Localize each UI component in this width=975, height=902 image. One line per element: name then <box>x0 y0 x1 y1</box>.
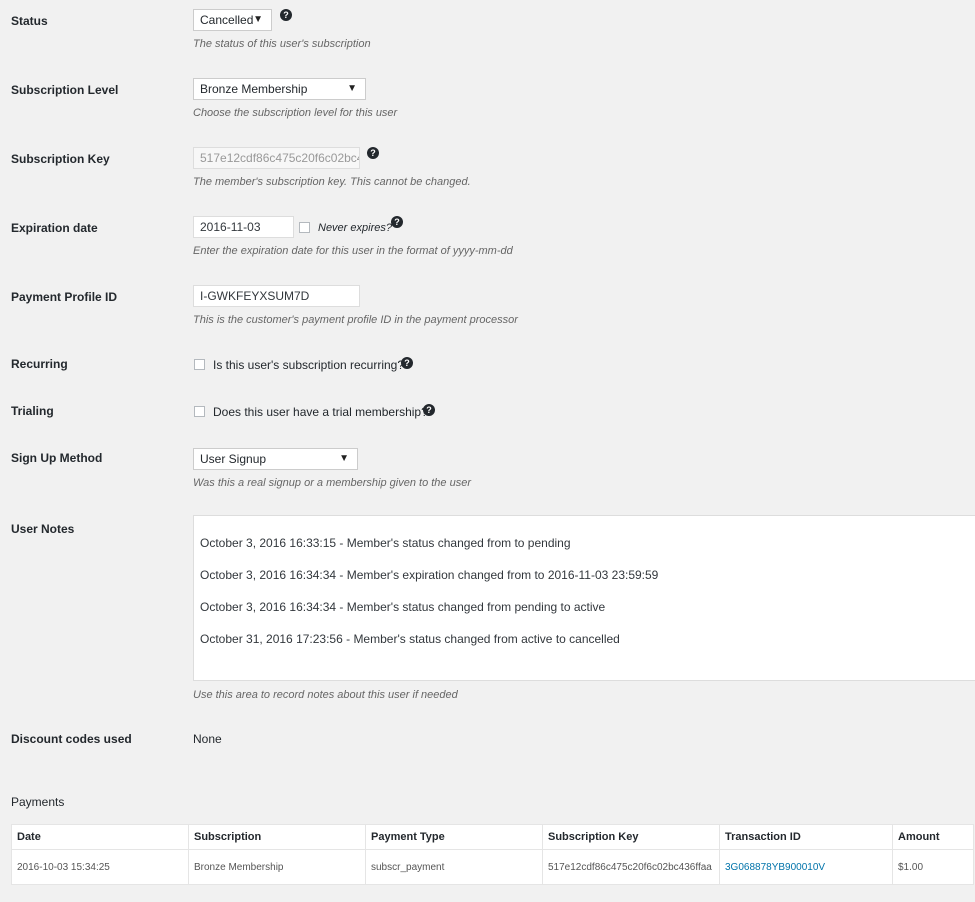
payments-table: Date Subscription Payment Type Subscript… <box>11 824 974 885</box>
subscription-key-label: Subscription Key <box>11 152 110 166</box>
note-line: October 3, 2016 16:34:34 - Member's stat… <box>200 600 606 614</box>
column-header-payment-type: Payment Type <box>365 824 543 850</box>
subscription-key-input: 517e12cdf86c475c20f6c02bc4 <box>193 147 360 169</box>
payment-profile-input[interactable]: I-GWKFEYXSUM7D <box>193 285 360 307</box>
note-line: October 3, 2016 16:33:15 - Member's stat… <box>200 536 571 550</box>
payment-profile-label: Payment Profile ID <box>11 290 118 304</box>
status-help-icon[interactable]: ? <box>280 9 292 21</box>
subscription-level-value: Bronze Membership <box>200 82 308 96</box>
never-expires-checkbox[interactable] <box>299 222 310 233</box>
caret-down-icon: ▼ <box>339 453 349 464</box>
column-header-amount: Amount <box>892 824 974 850</box>
column-header-date: Date <box>11 824 189 850</box>
subscription-level-select[interactable]: Bronze Membership ▼ <box>193 78 366 100</box>
signup-method-select[interactable]: User Signup ▼ <box>193 448 358 470</box>
trialing-checkbox[interactable] <box>194 406 205 417</box>
user-notes-textarea[interactable]: October 3, 2016 16:33:15 - Member's stat… <box>193 515 975 681</box>
payment-transaction-id-link[interactable]: 3G068878YB900010V <box>719 849 893 885</box>
expiration-date-label: Expiration date <box>11 221 98 235</box>
payment-date: 2016-10-03 15:34:25 <box>11 849 189 885</box>
trialing-label: Trialing <box>11 404 54 418</box>
note-line: October 31, 2016 17:23:56 - Member's sta… <box>200 632 620 646</box>
discount-codes-value: None <box>193 732 222 746</box>
column-header-subscription: Subscription <box>188 824 366 850</box>
recurring-checkbox-label: Is this user's subscription recurring? <box>213 358 405 372</box>
payment-profile-description: This is the customer's payment profile I… <box>193 314 518 326</box>
signup-method-description: Was this a real signup or a membership g… <box>193 477 471 489</box>
user-notes-description: Use this area to record notes about this… <box>193 689 458 701</box>
table-row: 2016-10-03 15:34:25 Bronze Membership su… <box>11 849 974 885</box>
payment-subscription: Bronze Membership <box>188 849 366 885</box>
subscription-level-description: Choose the subscription level for this u… <box>193 107 398 119</box>
column-header-subscription-key: Subscription Key <box>542 824 720 850</box>
never-expires-label: Never expires? <box>318 222 392 234</box>
expiration-date-description: Enter the expiration date for this user … <box>193 245 513 257</box>
caret-down-icon: ▼ <box>253 14 263 25</box>
subscription-key-description: The member's subscription key. This cann… <box>193 176 471 188</box>
recurring-checkbox[interactable] <box>194 359 205 370</box>
note-line: October 3, 2016 16:34:34 - Member's expi… <box>200 568 659 582</box>
payment-subscription-key: 517e12cdf86c475c20f6c02bc436ffaa <box>542 849 720 885</box>
status-label: Status <box>11 14 48 28</box>
trialing-checkbox-label: Does this user have a trial membership? <box>213 405 428 419</box>
status-description: The status of this user's subscription <box>193 38 371 50</box>
payments-title: Payments <box>11 795 65 809</box>
user-notes-label: User Notes <box>11 522 75 536</box>
status-select[interactable]: Cancelled ▼ <box>193 9 272 31</box>
trialing-help-icon[interactable]: ? <box>423 404 435 416</box>
recurring-label: Recurring <box>11 357 68 371</box>
signup-method-label: Sign Up Method <box>11 451 103 465</box>
recurring-help-icon[interactable]: ? <box>401 357 413 369</box>
payment-amount: $1.00 <box>892 849 974 885</box>
expiration-help-icon[interactable]: ? <box>391 216 403 228</box>
payments-header-row: Date Subscription Payment Type Subscript… <box>11 824 974 850</box>
column-header-transaction-id: Transaction ID <box>719 824 893 850</box>
status-select-value: Cancelled <box>200 13 254 27</box>
subscription-key-help-icon[interactable]: ? <box>367 147 379 159</box>
signup-method-value: User Signup <box>200 452 267 466</box>
payment-type: subscr_payment <box>365 849 543 885</box>
caret-down-icon: ▼ <box>347 83 357 94</box>
discount-codes-label: Discount codes used <box>11 732 132 746</box>
expiration-date-input[interactable]: 2016-11-03 <box>193 216 294 238</box>
subscription-level-label: Subscription Level <box>11 83 119 97</box>
